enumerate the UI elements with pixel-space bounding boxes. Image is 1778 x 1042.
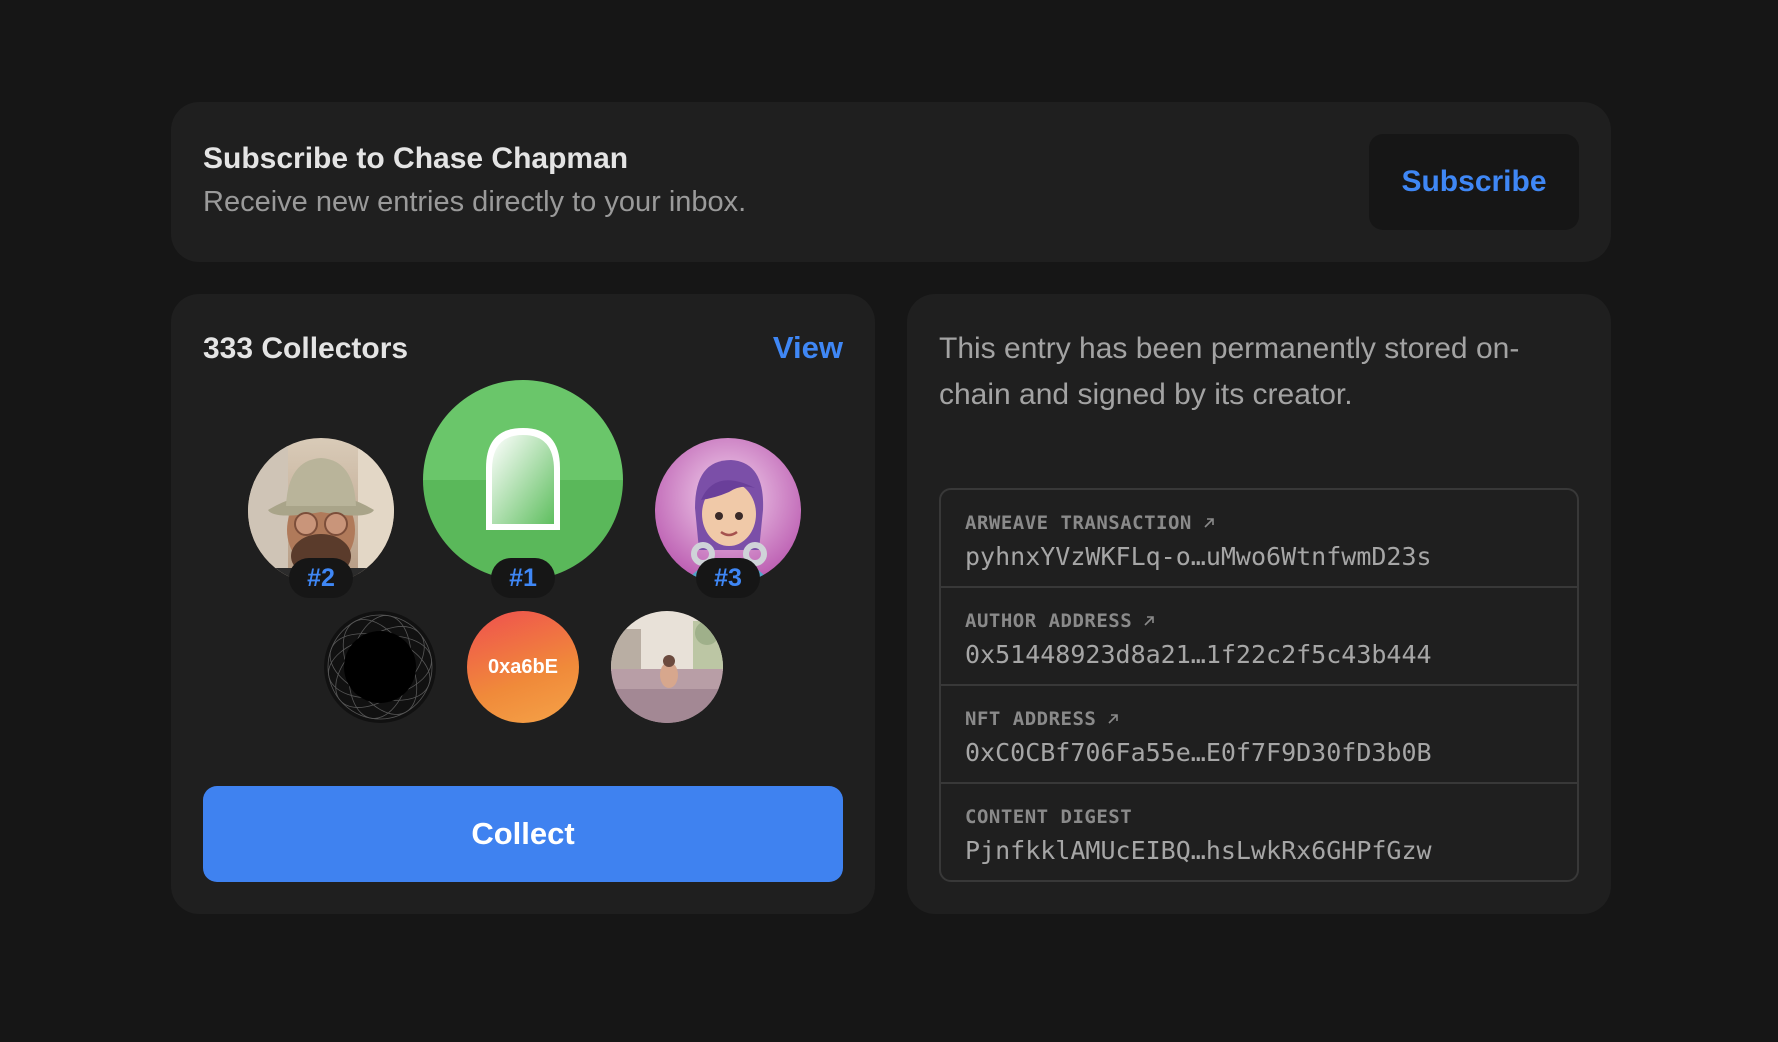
- subscribe-card: Subscribe to Chase Chapman Receive new e…: [171, 102, 1611, 262]
- collect-button[interactable]: Collect: [203, 786, 843, 882]
- collector-avatar-6[interactable]: [611, 611, 723, 723]
- arweave-transaction-label: ARWEAVE TRANSACTION: [965, 512, 1192, 534]
- collectors-count: 333 Collectors: [203, 332, 409, 365]
- rank-badge-3: #3: [696, 558, 760, 598]
- collectors-card: 333 Collectors View #2 #1 #3 0xa6bE Coll…: [171, 294, 875, 914]
- arweave-transaction-label-wrap: ARWEAVE TRANSACTION: [965, 512, 1577, 534]
- arweave-transaction-row[interactable]: ARWEAVE TRANSACTION pyhnxYVzWKFLq-o…uMwo…: [941, 490, 1577, 588]
- subscribe-description: Receive new entries directly to your inb…: [203, 186, 747, 218]
- content-digest-label-wrap: CONTENT DIGEST: [965, 806, 1577, 828]
- external-link-icon: [1204, 518, 1214, 528]
- content-digest-label: CONTENT DIGEST: [965, 806, 1133, 828]
- content-digest-value: PjnfkklAMUcEIBQ…hsLwkRx6GHPfGzw: [965, 836, 1432, 865]
- subscribe-button[interactable]: Subscribe: [1369, 134, 1579, 230]
- author-address-label: AUTHOR ADDRESS: [965, 610, 1133, 632]
- content-digest-row: CONTENT DIGEST PjnfkklAMUcEIBQ…hsLwkRx6G…: [941, 784, 1577, 880]
- collector-avatar-1[interactable]: [423, 380, 623, 580]
- arweave-transaction-value: pyhnxYVzWKFLq-o…uMwo6WtnfwmD23s: [965, 542, 1432, 571]
- provenance-table: ARWEAVE TRANSACTION pyhnxYVzWKFLq-o…uMwo…: [939, 488, 1579, 882]
- external-link-icon: [1144, 616, 1154, 626]
- pool-photo-avatar-icon: [611, 611, 723, 723]
- provenance-card: This entry has been permanently stored o…: [907, 294, 1611, 914]
- nft-address-value: 0xC0CBf706Fa55e…E0f7F9D30fD3b0B: [965, 738, 1432, 767]
- nft-address-row[interactable]: NFT ADDRESS 0xC0CBf706Fa55e…E0f7F9D30fD3…: [941, 686, 1577, 784]
- view-collectors-link[interactable]: View: [773, 330, 843, 366]
- nft-address-label: NFT ADDRESS: [965, 708, 1097, 730]
- green-arch-avatar-icon: [423, 380, 623, 580]
- black-circle-avatar-icon: [324, 611, 436, 723]
- collector-avatar-4[interactable]: [324, 611, 436, 723]
- author-address-value: 0x51448923d8a21…1f22c2f5c43b444: [965, 640, 1432, 669]
- provenance-description: This entry has been permanently stored o…: [939, 332, 1520, 411]
- page: Subscribe to Chase Chapman Receive new e…: [0, 0, 1778, 1042]
- rank-badge-2: #2: [289, 558, 353, 598]
- author-address-label-wrap: AUTHOR ADDRESS: [965, 610, 1577, 632]
- external-link-icon: [1108, 714, 1119, 724]
- subscribe-title: Subscribe to Chase Chapman: [203, 142, 629, 175]
- collector-avatar-5[interactable]: 0xa6bE: [467, 611, 579, 723]
- rank-badge-1: #1: [491, 558, 555, 598]
- author-address-row[interactable]: AUTHOR ADDRESS 0x51448923d8a21…1f22c2f5c…: [941, 588, 1577, 686]
- nft-address-label-wrap: NFT ADDRESS: [965, 708, 1577, 730]
- address-label: 0xa6bE: [487, 655, 559, 678]
